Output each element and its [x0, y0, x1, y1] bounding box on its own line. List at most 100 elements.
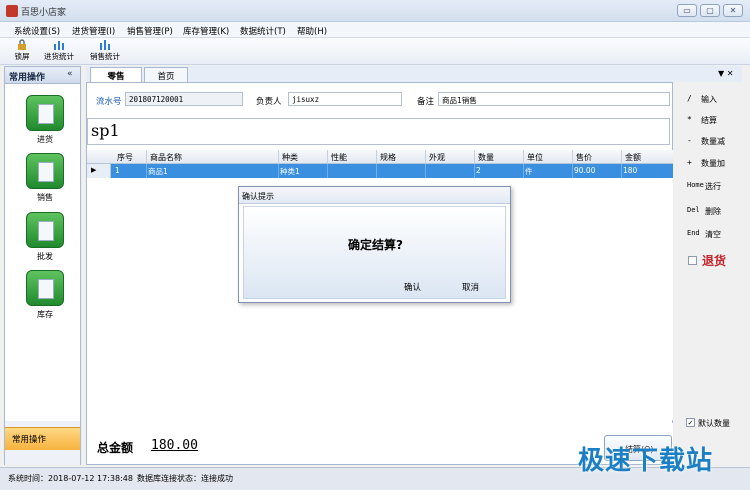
collapse-chevron-icon[interactable]: « — [67, 69, 73, 79]
menu-purchase[interactable]: 进货管理(I) — [72, 25, 115, 37]
toolbar: 锁屏 进货统计 销售统计 — [0, 38, 750, 65]
col-header: 数量 — [478, 153, 494, 162]
close-button[interactable]: ✕ — [723, 4, 743, 17]
col-header: 规格 — [380, 153, 396, 162]
watermark: 极速下载站 — [578, 446, 714, 476]
col-header: 性能 — [331, 153, 347, 162]
lock-screen-label: 锁屏 — [14, 52, 30, 61]
shortcut-key: / — [687, 94, 692, 103]
cell-product-name: 商品1 — [148, 167, 168, 176]
note-label: 备注 — [417, 97, 435, 107]
lock-icon — [18, 39, 26, 50]
shortcut-label: 结算 — [701, 116, 717, 125]
person-label: 负责人 — [256, 97, 282, 107]
magnifier-doc-icon — [26, 270, 64, 306]
window-doc-icon — [26, 212, 64, 248]
col-header: 单位 — [527, 153, 543, 162]
shortcut-label: 数量减 — [701, 137, 725, 146]
cell-quantity: 2 — [476, 166, 481, 175]
status-db: 数据库连接状态：连接成功 — [137, 474, 233, 483]
purchase-stats-button[interactable]: 进货统计 — [40, 39, 78, 63]
sidebar-item-wholesale[interactable]: 批发 — [25, 212, 65, 262]
shortcut-key: - — [687, 136, 692, 145]
bar-chart-icon — [54, 41, 64, 50]
col-header: 商品名称 — [150, 153, 182, 162]
shortcut-label: 选行 — [705, 182, 721, 191]
shortcut-key: * — [687, 115, 692, 124]
app-logo-icon — [6, 5, 18, 17]
menu-sales[interactable]: 销售管理(P) — [127, 25, 173, 37]
sidebar-item-label: 库存 — [37, 310, 53, 319]
tab-home[interactable]: 首页 — [144, 67, 188, 82]
col-header: 种类 — [282, 153, 298, 162]
menu-bar: 系统设置(S) 进货管理(I) 销售管理(P) 库存管理(K) 数据统计(T) … — [0, 22, 750, 38]
dialog-title: 确认提示 — [239, 187, 510, 204]
shortcut-label: 清空 — [705, 230, 721, 239]
shortcut-key: Del — [687, 206, 700, 214]
sales-stats-label: 销售统计 — [90, 52, 120, 61]
shortcut-label: 输入 — [701, 95, 717, 104]
sidebar-item-purchase[interactable]: 进货 — [25, 95, 65, 145]
window-title: 百思小店家 — [21, 8, 67, 18]
maximize-button[interactable]: ▢ — [700, 4, 720, 17]
col-header: 序号 — [117, 153, 133, 162]
sidebar-item-label: 批发 — [37, 252, 53, 261]
total-label: 总金额 — [97, 441, 134, 455]
sidebar-item-inventory[interactable]: 库存 — [25, 270, 65, 320]
minimize-button[interactable]: ▭ — [677, 4, 697, 17]
menu-help[interactable]: 帮助(H) — [297, 25, 327, 37]
cell-category: 种类1 — [280, 167, 300, 176]
shortcut-key: Home — [687, 181, 704, 189]
return-checkbox[interactable] — [688, 256, 697, 265]
sidebar-item-sales[interactable]: 销售 — [25, 153, 65, 203]
cancel-button[interactable]: 取消 — [462, 281, 479, 293]
shortcut-label: 删除 — [705, 207, 721, 216]
note-field[interactable]: 商品1销售 — [438, 92, 670, 106]
shortcut-label: 数量加 — [701, 159, 725, 168]
confirm-dialog: 确认提示 确定结算? 确认 取消 — [238, 186, 511, 303]
serial-label: 流水号 — [96, 97, 122, 107]
lock-screen-button[interactable]: 锁屏 — [8, 39, 36, 63]
sidebar-title: 常用操作 — [9, 73, 46, 83]
menu-statistics[interactable]: 数据统计(T) — [240, 25, 286, 37]
cell-index: 1 — [115, 166, 120, 175]
col-header: 售价 — [576, 153, 592, 162]
tab-bar: 零售 首页 ▼ ✕ — [86, 66, 742, 82]
dollar-doc-icon — [26, 153, 64, 189]
title-bar: 百思小店家 ▭ ▢ ✕ — [0, 0, 750, 22]
dialog-message: 确定结算? — [348, 238, 403, 252]
shortcut-key: End — [687, 229, 700, 237]
sidebar: 常用操作 « 进货 销售 批发 库存 常用操作 — [4, 66, 81, 465]
col-header: 外观 — [429, 153, 445, 162]
dialog-body: 确定结算? 确认 取消 — [243, 206, 506, 299]
default-qty-label: 默认数量 — [698, 419, 730, 428]
product-code-input[interactable]: sp1 — [87, 118, 670, 145]
menu-system[interactable]: 系统设置(S) — [14, 25, 60, 37]
purchase-stats-label: 进货统计 — [44, 52, 74, 61]
tab-retail[interactable]: 零售 — [90, 67, 142, 82]
notepad-icon — [26, 95, 64, 131]
cell-amount: 180 — [623, 166, 638, 175]
tab-menu-close-icon[interactable]: ▼ ✕ — [718, 69, 733, 78]
confirm-button[interactable]: 确认 — [404, 281, 421, 293]
person-field[interactable]: jisuxz — [288, 92, 402, 106]
total-amount: 180.00 — [151, 438, 198, 453]
col-header: 金额 — [625, 153, 641, 162]
status-time: 系统时间：2018-07-12 17:38:48 — [8, 474, 133, 483]
bar-chart-icon — [100, 40, 110, 50]
sidebar-item-label: 进货 — [37, 135, 53, 144]
sidebar-item-label: 销售 — [37, 193, 53, 202]
sales-stats-button[interactable]: 销售统计 — [86, 39, 124, 63]
menu-inventory[interactable]: 库存管理(K) — [183, 25, 229, 37]
table-row[interactable]: 1 商品1 种类1 2 件 90.00 180 — [87, 164, 674, 178]
sidebar-section-common[interactable]: 常用操作 — [5, 427, 80, 450]
row-pointer-icon: ▶ — [87, 164, 111, 178]
return-label: 退货 — [702, 254, 727, 268]
cell-unit: 件 — [525, 167, 533, 176]
default-qty-checkbox[interactable]: ✓ — [686, 418, 695, 427]
cell-price: 90.00 — [574, 166, 596, 175]
sidebar-header: 常用操作 « — [5, 67, 80, 84]
serial-field: 201807120001 — [125, 92, 243, 106]
grid-header: 序号 商品名称 种类 性能 规格 外观 数量 单位 售价 金额 — [87, 150, 674, 164]
shortcut-panel: / 输入 * 结算 - 数量减 + 数量加 Home 选行 Del 删除 End… — [673, 82, 742, 465]
